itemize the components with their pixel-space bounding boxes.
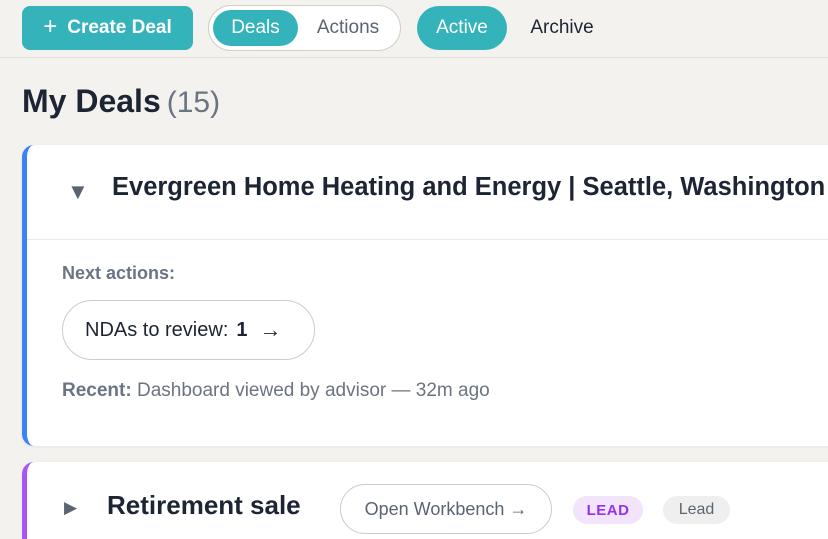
- view-toggle: Deals Actions: [208, 5, 401, 51]
- stage-badge: LEAD: [573, 496, 643, 524]
- recent-activity: Recent: Dashboard viewed by advisor — 32…: [62, 380, 490, 402]
- arrow-right-icon: →: [259, 317, 282, 342]
- page-title-text: My Deals: [22, 83, 161, 119]
- plus-icon: +: [43, 13, 58, 40]
- recent-text: Dashboard viewed by advisor — 32m ago: [136, 380, 490, 401]
- nda-count: 1: [236, 318, 248, 341]
- divider: [27, 239, 828, 240]
- tab-deals[interactable]: Deals: [213, 10, 298, 46]
- recent-label: Recent:: [62, 380, 132, 401]
- status-badge: Lead: [663, 496, 730, 524]
- toolbar: + Create Deal Deals Actions Active Archi…: [0, 0, 828, 58]
- deal-card: ▼ Evergreen Home Heating and Energy | Se…: [22, 145, 828, 446]
- create-deal-label: Create Deal: [67, 17, 172, 38]
- create-deal-button[interactable]: + Create Deal: [22, 6, 193, 50]
- nda-label: NDAs to review:: [85, 318, 229, 341]
- tab-actions[interactable]: Actions: [305, 10, 391, 46]
- deal-card: ▶ Retirement sale Open Workbench → LEAD …: [22, 462, 828, 539]
- ndas-to-review-button[interactable]: NDAs to review: 1 →: [62, 300, 315, 360]
- caret-down-icon[interactable]: ▼: [67, 179, 89, 205]
- next-actions-label: Next actions:: [62, 263, 176, 283]
- deal-count: (15): [166, 86, 221, 119]
- caret-right-icon[interactable]: ▶: [64, 498, 77, 518]
- open-workbench-button[interactable]: Open Workbench →: [340, 484, 552, 534]
- deal-title[interactable]: Evergreen Home Heating and Energy | Seat…: [112, 173, 825, 202]
- filter-archive-button[interactable]: Archive: [520, 6, 604, 50]
- deal-title[interactable]: Retirement sale: [107, 490, 301, 521]
- page-title: My Deals (15): [22, 83, 220, 120]
- filter-active-button[interactable]: Active: [417, 6, 507, 50]
